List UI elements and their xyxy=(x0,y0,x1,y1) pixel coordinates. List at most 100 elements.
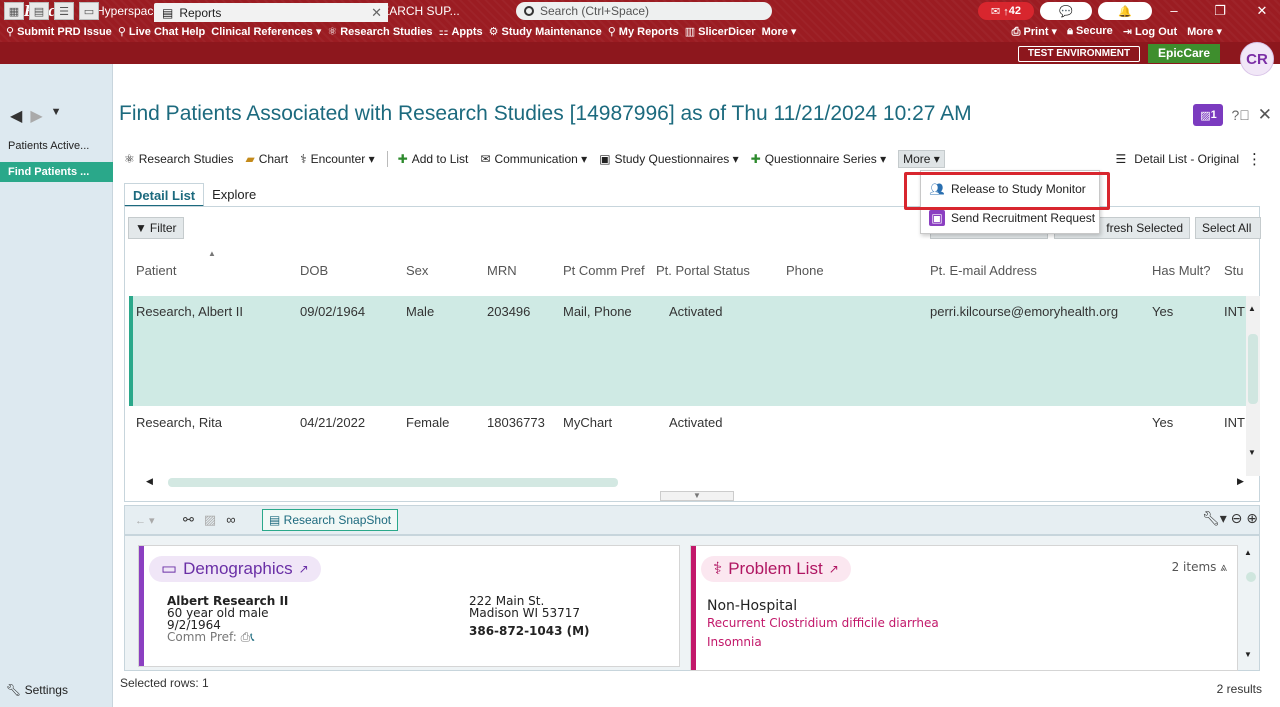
column-header-mrn[interactable]: MRN xyxy=(487,263,517,278)
close-icon[interactable]: ✕ xyxy=(1258,105,1272,125)
close-icon[interactable]: ✕ xyxy=(371,5,382,21)
menu-slicerdicer[interactable]: ▥ SlicerDicer xyxy=(685,25,756,39)
search-input[interactable]: Search (Ctrl+Space) xyxy=(516,2,772,20)
column-header-email[interactable]: Pt. E-mail Address xyxy=(930,263,1037,278)
sidebar-item-patients-active[interactable]: Patients Active... xyxy=(0,136,113,156)
binoculars-icon[interactable]: ⚯ xyxy=(183,512,194,528)
scroll-left-icon[interactable]: ◀ xyxy=(146,476,153,487)
tab-explore[interactable]: Explore xyxy=(204,183,264,207)
patient-list-icon[interactable]: ☰ xyxy=(54,2,74,20)
calculator-icon[interactable]: ▦ xyxy=(4,2,24,20)
scroll-thumb[interactable] xyxy=(1246,572,1256,582)
scroll-thumb[interactable] xyxy=(1248,334,1258,404)
problem-item[interactable]: Insomnia xyxy=(707,635,762,649)
link-icon[interactable]: ∞ xyxy=(226,512,235,528)
column-header-study[interactable]: Stu xyxy=(1224,263,1244,278)
communication-button[interactable]: ✉ Communication ▾ xyxy=(480,152,587,166)
splitter-handle[interactable]: ▼ xyxy=(660,491,734,501)
badge-button[interactable]: ▨ 1 xyxy=(1193,104,1224,126)
print-button[interactable]: ⎙ Print ▾ xyxy=(1012,25,1058,39)
settings-button[interactable]: 🔧︎ Settings xyxy=(6,683,68,697)
tab-detail-list[interactable]: Detail List xyxy=(124,183,205,207)
study-questionnaires-button[interactable]: ▣ Study Questionnaires ▾ xyxy=(599,152,738,166)
column-header-dob[interactable]: DOB xyxy=(300,263,328,278)
search-icon: ⚲ xyxy=(117,26,126,38)
selected-rows-status: Selected rows: 1 xyxy=(120,676,209,690)
tab-reports[interactable]: ▤ Reports ✕ xyxy=(154,3,388,22)
more-button[interactable]: More ▾ xyxy=(898,150,945,168)
menu-clinical-references[interactable]: Clinical References ▾ xyxy=(211,25,321,38)
bell-button[interactable]: 🔔 xyxy=(1098,2,1152,20)
column-header-portal-status[interactable]: Pt. Portal Status xyxy=(656,263,750,278)
menu-appts[interactable]: ⚏ Appts xyxy=(438,25,483,39)
select-all-button[interactable]: Select All xyxy=(1195,217,1261,239)
zoom-out-icon[interactable]: ⊖ xyxy=(1231,510,1243,526)
notifications-button[interactable]: ✉ ↑ 42 xyxy=(978,2,1034,20)
chat-button[interactable]: 💬 xyxy=(1040,2,1092,20)
column-header-has-mult[interactable]: Has Mult? xyxy=(1152,263,1211,278)
cell-mrn: 18036773 xyxy=(487,415,545,430)
scroll-up-icon[interactable]: ▲ xyxy=(1244,548,1252,557)
secure-button[interactable]: 🔒︎ Secure xyxy=(1067,25,1113,38)
menu-research-studies[interactable]: ⚛ Research Studies xyxy=(327,25,432,39)
back-arrow-icon[interactable]: ◀ xyxy=(10,106,22,126)
restore-button[interactable]: ❐ xyxy=(1208,2,1232,20)
filter-button[interactable]: ▼ Filter xyxy=(128,217,184,239)
add-to-list-button[interactable]: ✚ Add to List xyxy=(398,152,469,166)
scroll-down-icon[interactable]: ▼ xyxy=(1244,650,1252,659)
problem-list-header[interactable]: ⚕ Problem List ↗ xyxy=(701,556,851,582)
problem-item[interactable]: Recurrent Clostridium difficile diarrhea xyxy=(707,616,939,630)
zoom-in-icon[interactable]: ⊕ xyxy=(1246,510,1258,526)
menu-more[interactable]: More ▾ xyxy=(762,25,797,38)
scroll-right-icon[interactable]: ▶ xyxy=(1237,476,1244,487)
help-icon[interactable]: ?⃝ xyxy=(1231,107,1249,123)
avatar[interactable]: CR xyxy=(1240,42,1274,76)
menu-submit-prd-issue[interactable]: ⚲ Submit PRD Issue xyxy=(6,25,112,39)
scroll-down-icon[interactable]: ▼ xyxy=(1248,448,1256,457)
view-selector[interactable]: ☰ Detail List - Original ⋮ xyxy=(1116,150,1262,168)
problem-count[interactable]: 2 items ⩓ xyxy=(1172,560,1227,575)
column-header-phone[interactable]: Phone xyxy=(786,263,824,278)
logout-button[interactable]: ⇥ Log Out xyxy=(1123,25,1177,38)
appts-icon: ⚏ xyxy=(438,26,449,38)
chart-button[interactable]: ▰ Chart xyxy=(245,152,288,166)
forward-arrow-icon[interactable]: ▶ xyxy=(30,106,42,126)
questionnaire-series-button[interactable]: ✚ Questionnaire Series ▾ xyxy=(751,152,886,166)
calendar-icon[interactable]: ▤ xyxy=(29,2,49,20)
column-header-patient[interactable]: Patient xyxy=(136,263,176,278)
mail-icon: ✉ ↑ xyxy=(990,5,1009,18)
minimize-button[interactable]: – xyxy=(1162,2,1186,20)
card-accent xyxy=(139,546,144,666)
scroll-up-icon[interactable]: ▲ xyxy=(1248,304,1256,313)
bell-icon: 🔔 xyxy=(1118,5,1132,18)
send-recruitment-request-item[interactable]: ▣ Send Recruitment Request xyxy=(925,207,1097,229)
cell-has-mult: Yes xyxy=(1152,304,1174,319)
menu-live-chat-help[interactable]: ⚲ Live Chat Help xyxy=(117,25,205,39)
column-header-sex[interactable]: Sex xyxy=(406,263,428,278)
back-arrow-icon[interactable]: ← ▾ xyxy=(135,514,155,527)
research-icon: ⚛ xyxy=(124,152,135,166)
comm-pref: Comm Pref: ⎙📞︎ xyxy=(167,630,255,644)
scroll-thumb[interactable] xyxy=(168,478,618,487)
close-window-button[interactable]: ✕ xyxy=(1250,2,1274,20)
image-icon[interactable]: ▨ xyxy=(204,512,216,528)
chat-icon: 💬 xyxy=(1059,5,1073,18)
sidebar-item-find-patients[interactable]: Find Patients ... xyxy=(0,162,113,182)
chevron-down-icon[interactable]: ▼ xyxy=(51,106,62,126)
more-right-button[interactable]: More ▾ xyxy=(1187,25,1222,38)
cell-email: perri.kilcourse@emoryhealth.org xyxy=(930,304,1119,319)
plus-icon: ✚ xyxy=(750,152,761,166)
research-studies-button[interactable]: ⚛ Research Studies xyxy=(124,152,233,166)
encounter-button[interactable]: ⚕ Encounter ▾ xyxy=(300,152,375,166)
research-snapshot-button[interactable]: ▤ Research SnapShot xyxy=(262,509,398,531)
menu-study-maintenance[interactable]: ⚙ Study Maintenance xyxy=(489,25,602,39)
kebab-icon[interactable]: ⋮ xyxy=(1247,150,1262,168)
research-icon: ⚛ xyxy=(327,26,338,38)
wrench-icon[interactable]: 🔧︎▾ xyxy=(1202,510,1227,526)
cell-portal-status: Activated xyxy=(669,304,723,319)
page-title: Find Patients Associated with Research S… xyxy=(119,102,972,125)
menu-my-reports[interactable]: ⚲ My Reports xyxy=(608,25,679,39)
demographics-header[interactable]: ▭ Demographics ↗ xyxy=(149,556,321,582)
column-header-comm-pref[interactable]: Pt Comm Pref xyxy=(563,263,645,278)
chat-icon[interactable]: ▭ xyxy=(79,2,99,20)
